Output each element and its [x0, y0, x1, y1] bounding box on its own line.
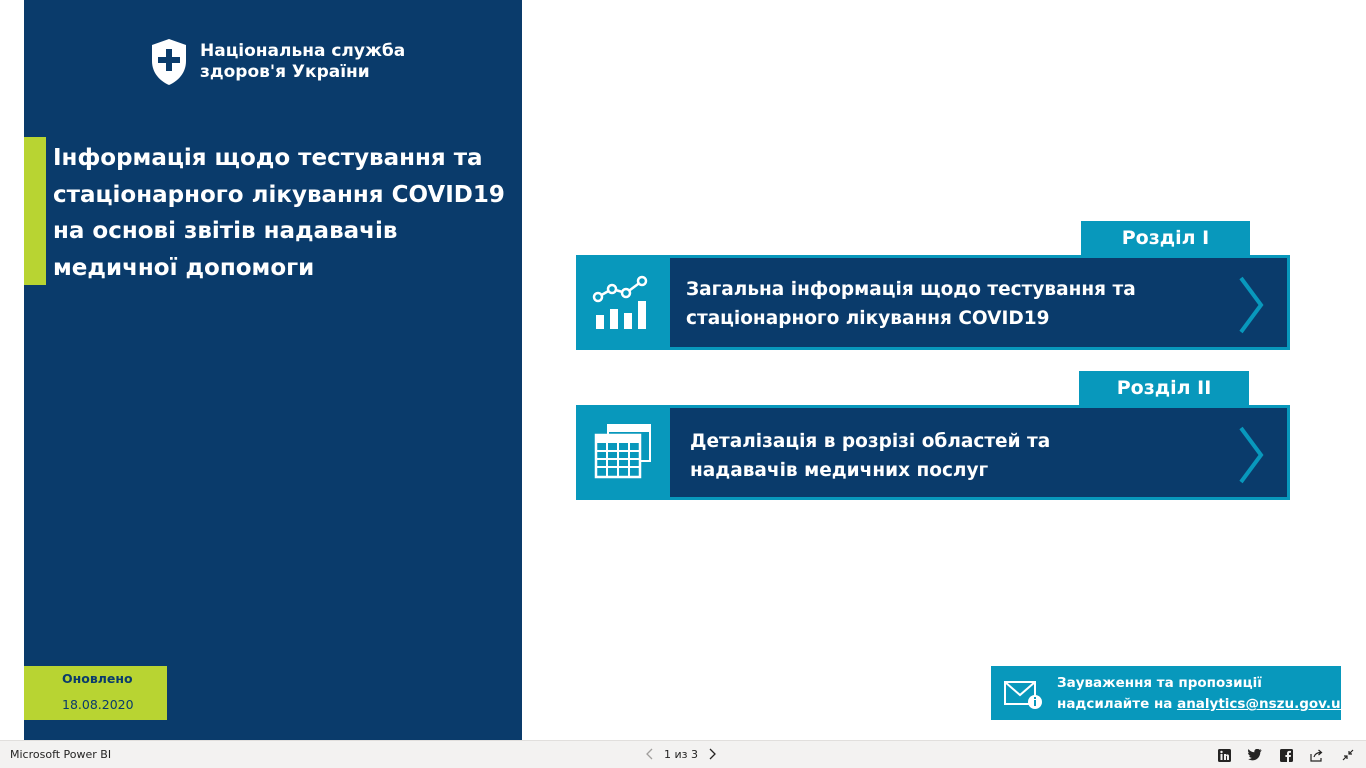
share-icon — [1310, 749, 1323, 762]
section-1-text-line2: стаціонарного лікування COVID19 — [686, 308, 1050, 329]
share-icons — [1216, 747, 1356, 763]
feedback-instruction: надсилайте на analytics@nszu.gov.ua — [1057, 696, 1350, 712]
chart-analytics-icon — [592, 275, 648, 329]
section-1-text-line1: Загальна інформація щодо тестування та — [686, 279, 1136, 300]
previous-page-button[interactable] — [640, 745, 658, 763]
feedback-email-link[interactable]: analytics@nszu.gov.ua — [1177, 696, 1350, 712]
organization-name-line1: Національна служба — [200, 41, 406, 61]
page-indicator: 1 из 3 — [664, 747, 698, 761]
chevron-right-icon — [709, 748, 716, 760]
facebook-icon — [1279, 748, 1293, 762]
mail-info-icon — [1004, 681, 1042, 709]
collapse-icon — [1342, 749, 1354, 761]
shield-cross-icon — [152, 39, 186, 85]
section-1-body: Загальна інформація щодо тестування та с… — [670, 258, 1287, 347]
linkedin-icon — [1217, 748, 1231, 762]
section-2-tab: Розділ II — [1079, 371, 1249, 405]
section-2-body: Деталізація в розрізі областей та надава… — [670, 408, 1287, 497]
section-2-text-line2: надавачів медичних послуг — [690, 460, 989, 481]
feedback-box[interactable]: Зауваження та пропозиції надсилайте на a… — [991, 666, 1350, 720]
section-2-nav-button[interactable]: Деталізація в розрізі областей та надава… — [576, 405, 1290, 500]
updated-label: Оновлено — [62, 671, 133, 686]
report-canvas: Національна служба здоров'я України Інфо… — [0, 0, 1366, 740]
powerbi-footer: Microsoft Power BI 1 из 3 — [0, 740, 1366, 768]
exit-fullscreen-button[interactable] — [1340, 747, 1356, 763]
share-button[interactable] — [1309, 747, 1325, 763]
twitter-icon — [1248, 749, 1262, 761]
nszu-logo: Національна служба здоров'я України — [149, 36, 429, 88]
chevron-right-icon — [1239, 426, 1264, 484]
chevron-right-icon — [1239, 276, 1264, 334]
next-page-button[interactable] — [704, 745, 722, 763]
chevron-left-icon — [646, 748, 653, 760]
organization-name-line2: здоров'я України — [200, 62, 370, 82]
title-accent-bar — [24, 137, 46, 285]
facebook-share-button[interactable] — [1278, 747, 1294, 763]
section-1-tab: Розділ I — [1081, 221, 1250, 255]
organization-name: Національна служба здоров'я України — [200, 41, 405, 83]
updated-date: 18.08.2020 — [62, 697, 134, 712]
section-1-text: Загальна інформація щодо тестування та с… — [686, 275, 1226, 333]
updated-badge: Оновлено 18.08.2020 — [24, 666, 167, 720]
feedback-heading: Зауваження та пропозиції — [1057, 675, 1262, 691]
feedback-prefix: надсилайте на — [1057, 696, 1178, 712]
app-name[interactable]: Microsoft Power BI — [10, 748, 111, 761]
linkedin-share-button[interactable] — [1216, 747, 1232, 763]
section-1-nav-button[interactable]: Загальна інформація щодо тестування та с… — [576, 255, 1290, 350]
section-2-text: Деталізація в розрізі областей та надава… — [690, 427, 1230, 485]
page-navigator: 1 из 3 — [640, 745, 722, 763]
left-panel: Національна служба здоров'я України Інфо… — [24, 0, 522, 740]
table-grid-icon — [594, 424, 651, 479]
twitter-share-button[interactable] — [1247, 747, 1263, 763]
section-2-text-line1: Деталізація в розрізі областей та — [690, 431, 1051, 452]
report-title: Інформація щодо тестування та стаціонарн… — [53, 145, 505, 281]
